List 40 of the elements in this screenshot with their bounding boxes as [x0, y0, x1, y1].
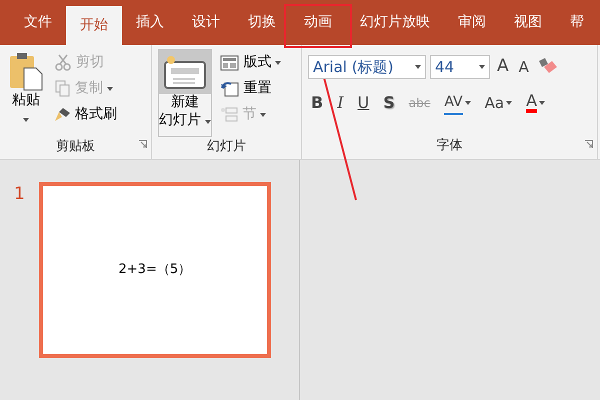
- ribbon-tab[interactable]: 开始: [66, 6, 122, 45]
- italic-button[interactable]: I: [334, 89, 347, 117]
- ribbon-tab[interactable]: 帮: [556, 0, 598, 45]
- new-slide-icon: [163, 54, 208, 90]
- ribbon-tab[interactable]: 设计: [178, 0, 234, 45]
- spacing-button[interactable]: AV: [441, 89, 474, 117]
- paste-button[interactable]: 粘贴: [6, 49, 46, 137]
- ribbon-tab[interactable]: 插入: [122, 0, 178, 45]
- reset-icon: [220, 80, 240, 98]
- slide-number: 1: [14, 183, 25, 206]
- font-size-field[interactable]: 44: [430, 55, 490, 79]
- ribbon-tab[interactable]: 幻灯片放映: [346, 0, 444, 45]
- group-label: 幻灯片: [206, 138, 247, 156]
- shrink-font-button[interactable]: A: [516, 53, 532, 81]
- bold-button[interactable]: B: [308, 89, 326, 117]
- painter-button[interactable]: 格式刷: [52, 103, 119, 126]
- reset-button[interactable]: 重置: [218, 77, 284, 100]
- scissors-icon: [54, 54, 72, 71]
- layout-button[interactable]: 版式: [218, 51, 284, 74]
- slide-text: 2+3=（5）: [118, 261, 192, 280]
- ribbon-tab[interactable]: 切换: [234, 0, 290, 45]
- case-button[interactable]: Aa: [482, 89, 516, 117]
- section-icon: [220, 106, 238, 123]
- clipboard-icon: [7, 50, 45, 92]
- slide-thumbnail[interactable]: 2+3=（5）: [38, 182, 271, 358]
- ribbon-tab[interactable]: 文件: [10, 0, 66, 45]
- layout-icon: [220, 54, 240, 72]
- grow-font-button[interactable]: A: [494, 53, 512, 81]
- paintbrush-icon: [54, 106, 71, 123]
- shadow-button[interactable]: S: [380, 89, 398, 117]
- color-button[interactable]: A: [523, 89, 548, 117]
- group-label: 剪贴板: [55, 138, 96, 156]
- ribbon-tab[interactable]: 动画: [290, 0, 346, 45]
- font-name-field[interactable]: Arial (标题): [308, 55, 426, 79]
- copy-icon: [54, 80, 71, 97]
- group-label: 字体: [436, 136, 464, 154]
- new-slide-button[interactable]: 新建 幻灯片: [158, 49, 212, 137]
- ribbon-tab[interactable]: 审阅: [444, 0, 500, 45]
- underline-button[interactable]: U: [354, 89, 372, 117]
- ribbon-tab[interactable]: 视图: [500, 0, 556, 45]
